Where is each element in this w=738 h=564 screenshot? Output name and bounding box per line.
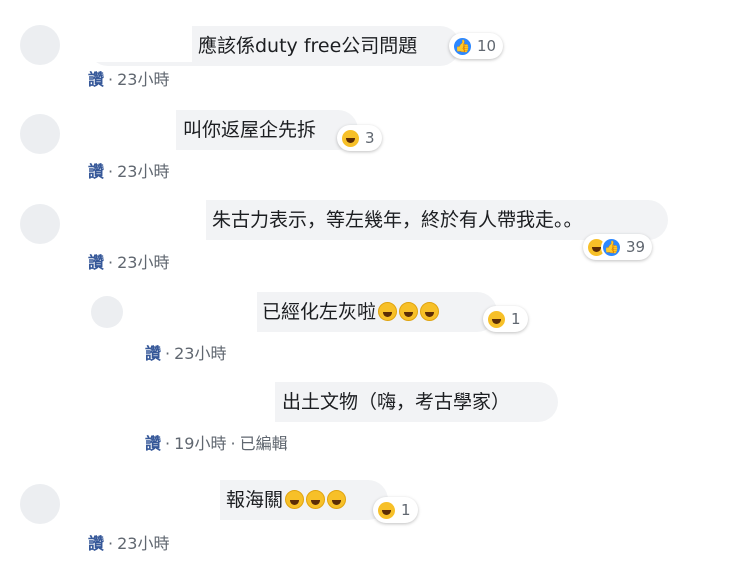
laughing-emoji-icon [376, 499, 397, 521]
like-link[interactable]: 讚 [88, 534, 104, 553]
commenter-avatar[interactable] [20, 204, 60, 244]
like-link[interactable]: 讚 [88, 162, 104, 181]
comment-body: 報海關 [226, 489, 284, 511]
comment-meta: 讚 · 23小時 [145, 340, 226, 364]
comment-text: 報海關 [226, 480, 347, 520]
comment-time[interactable]: 23小時 [117, 534, 169, 553]
comment-meta: 讚 · 23小時 [88, 530, 169, 554]
rofl-emoji-icon [399, 302, 419, 321]
like-link[interactable]: 讚 [145, 344, 161, 363]
comment-meta: 讚 · 19小時 · 已編輯 [145, 430, 288, 454]
comment-text: 叫你返屋企先拆 [183, 119, 317, 141]
rofl-emoji-icon [420, 302, 440, 321]
redacted-name [88, 104, 176, 154]
reaction-summary[interactable]: 1 [483, 306, 528, 332]
like-link[interactable]: 讚 [88, 70, 104, 89]
reaction-count: 1 [401, 501, 411, 519]
laughing-emoji-icon [486, 308, 507, 330]
redacted-name [88, 194, 206, 244]
rofl-emoji-icon [306, 490, 326, 509]
commenter-avatar[interactable] [20, 114, 60, 154]
comment-time[interactable]: 23小時 [117, 253, 169, 272]
commenter-avatar[interactable] [20, 484, 60, 524]
rofl-emoji-icon [285, 490, 305, 509]
separator-dot: · [165, 434, 171, 453]
redacted-name [133, 286, 257, 334]
comment-time[interactable]: 23小時 [117, 162, 169, 181]
thumbs-up-icon: 👍 [601, 236, 622, 258]
edited-label[interactable]: 已編輯 [240, 434, 288, 453]
reaction-count: 10 [477, 37, 497, 55]
thumbs-up-icon: 👍 [452, 35, 473, 57]
comment-meta: 讚 · 23小時 [88, 158, 169, 182]
comment-time[interactable]: 23小時 [117, 70, 169, 89]
comment-text: 出土文物（嗨，考古學家） [282, 391, 511, 413]
reaction-summary[interactable]: 👍 39 [583, 234, 653, 260]
commenter-avatar[interactable] [20, 25, 60, 65]
laughing-emoji-icon [340, 127, 361, 149]
redacted-name [88, 18, 192, 62]
rofl-emoji-icon [378, 302, 398, 321]
reaction-count: 39 [626, 238, 646, 256]
commenter-avatar[interactable] [91, 296, 123, 328]
separator-dot: · [230, 434, 236, 453]
comment-meta: 讚 · 23小時 [88, 249, 169, 273]
reaction-summary[interactable]: 👍 10 [449, 33, 504, 59]
like-link[interactable]: 讚 [88, 253, 104, 272]
comment-time[interactable]: 23小時 [174, 344, 226, 363]
comment-text: 應該係duty free公司問題 [198, 35, 418, 57]
rofl-emoji-icon [327, 490, 347, 509]
reaction-summary[interactable]: 3 [337, 125, 382, 151]
separator-dot: · [108, 253, 114, 272]
like-link[interactable]: 讚 [145, 434, 161, 453]
reaction-summary[interactable]: 1 [373, 497, 418, 523]
separator-dot: · [108, 70, 114, 89]
redacted-name [88, 474, 220, 524]
reaction-count: 3 [365, 129, 375, 147]
redacted-name [133, 376, 275, 426]
separator-dot: · [108, 162, 114, 181]
comment-time[interactable]: 19小時 [174, 434, 226, 453]
comment-meta: 讚 · 23小時 [88, 66, 169, 90]
comment-body: 已經化左灰啦 [262, 301, 377, 323]
separator-dot: · [108, 534, 114, 553]
reaction-count: 1 [511, 310, 521, 328]
separator-dot: · [165, 344, 171, 363]
comment-text: 已經化左灰啦 [262, 292, 440, 332]
comment-text: 朱古力表示，等左幾年，終於有人帶我走。。 [212, 209, 583, 231]
